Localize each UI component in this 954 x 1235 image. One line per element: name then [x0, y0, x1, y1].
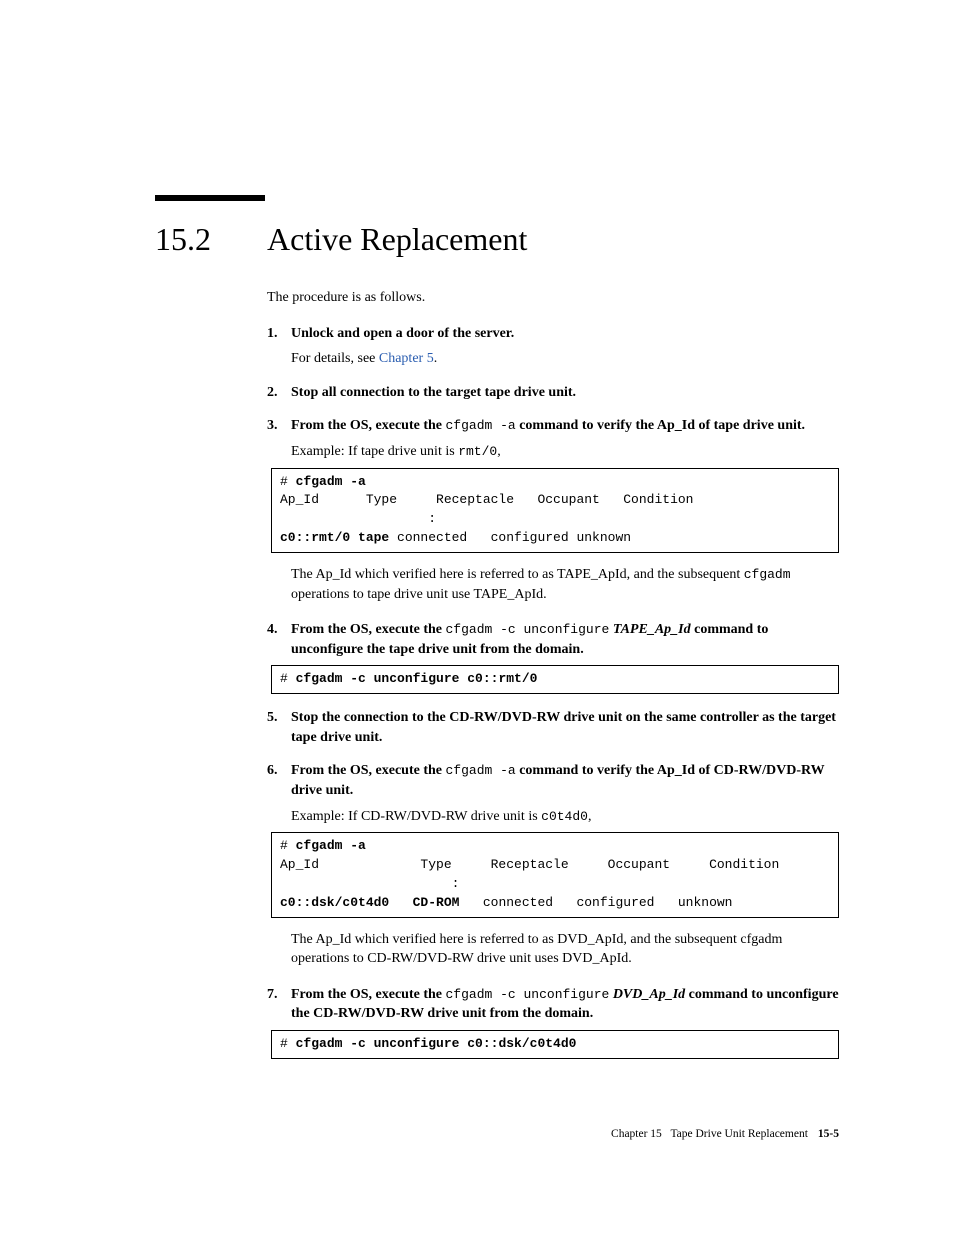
step-3: From the OS, execute the cfgadm -a comma…	[267, 416, 839, 604]
example-post: ,	[497, 444, 501, 459]
code-pre: #	[280, 474, 296, 489]
step-body-prefix: For details, see	[291, 351, 379, 366]
footer-chapter: Chapter 15	[611, 1128, 662, 1140]
section-number: 15.2	[155, 221, 267, 258]
step-1: Unlock and open a door of the server. Fo…	[267, 324, 839, 369]
section-rule	[155, 195, 265, 201]
step-title: From the OS, execute the cfgadm -c uncon…	[291, 620, 839, 659]
step-7: From the OS, execute the cfgadm -c uncon…	[267, 985, 839, 1059]
code-bold: cfgadm -a	[296, 838, 366, 853]
step-5: Stop the connection to the CD-RW/DVD-RW …	[267, 708, 839, 747]
example-code: rmt/0	[458, 444, 497, 459]
title-code: cfgadm -a	[445, 763, 515, 778]
code-line: :	[280, 511, 436, 526]
title-pre: From the OS, execute the	[291, 763, 445, 778]
step-after: The Ap_Id which verified here is referre…	[291, 565, 839, 604]
step-4: From the OS, execute the cfgadm -c uncon…	[267, 620, 839, 694]
intro-text: The procedure is as follows.	[267, 288, 839, 308]
code-line: Ap_Id Type Receptacle Occupant Condition	[280, 492, 693, 507]
title-code: cfgadm -c unconfigure	[445, 622, 609, 637]
step-title: From the OS, execute the cfgadm -a comma…	[291, 761, 839, 800]
code-bold: cfgadm -a	[296, 474, 366, 489]
after-post: operations to tape drive unit use TAPE_A…	[291, 587, 547, 602]
code-bold: c0::rmt/0 tape	[280, 530, 389, 545]
title-pre: From the OS, execute the	[291, 418, 445, 433]
procedure-steps: Unlock and open a door of the server. Fo…	[267, 324, 839, 1059]
footer-title: Tape Drive Unit Replacement	[670, 1128, 807, 1140]
after-pre: The Ap_Id which verified here is referre…	[291, 932, 782, 967]
code-block: # cfgadm -c unconfigure c0::dsk/c0t4d0	[271, 1030, 839, 1059]
step-6: From the OS, execute the cfgadm -a comma…	[267, 761, 839, 968]
title-italic: TAPE_Ap_Id	[609, 622, 690, 637]
example-pre: Example: If tape drive unit is	[291, 444, 458, 459]
step-title: From the OS, execute the cfgadm -c uncon…	[291, 985, 839, 1024]
step-title: Stop all connection to the target tape d…	[291, 383, 839, 403]
title-code: cfgadm -a	[445, 418, 515, 433]
code-post: connected configured unknown	[389, 530, 631, 545]
code-line: Ap_Id Type Receptacle Occupant Condition	[280, 857, 779, 872]
example-post: ,	[588, 809, 592, 824]
step-body-suffix: .	[434, 351, 438, 366]
step-title: Stop the connection to the CD-RW/DVD-RW …	[291, 708, 839, 747]
code-pre: #	[280, 1036, 296, 1051]
code-block: # cfgadm -c unconfigure c0::rmt/0	[271, 665, 839, 694]
footer-page: 15-5	[818, 1128, 839, 1140]
code-block: # cfgadm -a Ap_Id Type Receptacle Occupa…	[271, 832, 839, 917]
example-code: c0t4d0	[541, 809, 588, 824]
code-bold: cfgadm -c unconfigure c0::dsk/c0t4d0	[296, 1036, 577, 1051]
step-body: For details, see Chapter 5.	[291, 349, 839, 369]
chapter-link[interactable]: Chapter 5	[379, 351, 434, 366]
after-code: cfgadm	[744, 567, 791, 582]
section-title: Active Replacement	[267, 221, 527, 258]
step-title: Unlock and open a door of the server.	[291, 324, 839, 344]
title-pre: From the OS, execute the	[291, 622, 445, 637]
title-post: command to verify the Ap_Id of tape driv…	[516, 418, 805, 433]
title-pre: From the OS, execute the	[291, 987, 445, 1002]
code-post: connected configured unknown	[459, 895, 732, 910]
after-pre: The Ap_Id which verified here is referre…	[291, 567, 744, 582]
step-example: Example: If CD-RW/DVD-RW drive unit is c…	[291, 807, 839, 827]
code-pre: #	[280, 838, 296, 853]
code-block: # cfgadm -a Ap_Id Type Receptacle Occupa…	[271, 468, 839, 553]
code-line: :	[280, 876, 459, 891]
step-2: Stop all connection to the target tape d…	[267, 383, 839, 403]
code-bold: c0::dsk/c0t4d0 CD-ROM	[280, 895, 459, 910]
step-example: Example: If tape drive unit is rmt/0,	[291, 442, 839, 462]
title-code: cfgadm -c unconfigure	[445, 987, 609, 1002]
title-italic: DVD_Ap_Id	[609, 987, 685, 1002]
step-after: The Ap_Id which verified here is referre…	[291, 930, 839, 969]
code-pre: #	[280, 671, 296, 686]
code-bold: cfgadm -c unconfigure c0::rmt/0	[296, 671, 538, 686]
section-heading: 15.2 Active Replacement	[155, 221, 839, 258]
step-title: From the OS, execute the cfgadm -a comma…	[291, 416, 839, 436]
page-footer: Chapter 15 Tape Drive Unit Replacement 15…	[611, 1128, 839, 1140]
example-pre: Example: If CD-RW/DVD-RW drive unit is	[291, 809, 541, 824]
